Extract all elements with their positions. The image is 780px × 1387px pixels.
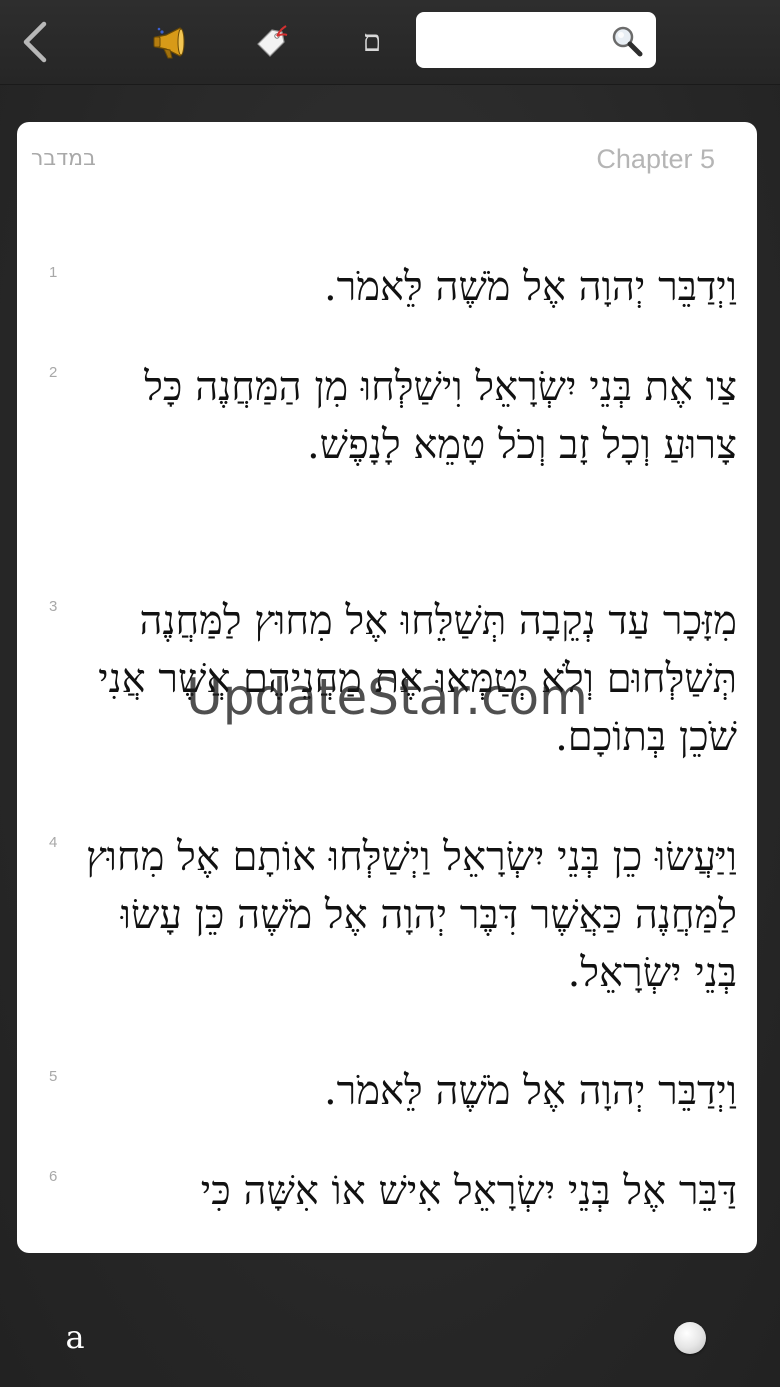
book-name: במדבר — [31, 146, 96, 171]
mem-letter-label: ם — [362, 24, 382, 59]
verse-number: 1 — [49, 264, 58, 281]
verse-number: 5 — [49, 1068, 58, 1085]
mem-letter-button[interactable]: ם — [348, 18, 396, 66]
font-size-button[interactable]: a — [58, 1318, 92, 1358]
tag-button[interactable] — [246, 18, 294, 66]
verse-text: מִזָּכָר עַד נְקֵבָה תְּשַׁלֵּחוּ אֶל מִ… — [98, 598, 737, 760]
search-box[interactable] — [416, 12, 656, 68]
chapter-label: Chapter 5 — [596, 144, 715, 174]
search-input[interactable] — [428, 20, 612, 62]
verse-text: וַיַּעֲשׂוּ כֵן בְּנֵי יִשְׂרָאֵל וַיְשַ… — [85, 834, 737, 996]
speaker-button[interactable] — [146, 18, 194, 66]
top-toolbar: ם — [0, 0, 780, 85]
back-button[interactable] — [14, 20, 58, 64]
verse-number: 2 — [49, 364, 58, 381]
verse-text: וַיְדַבֵּר יְהוָה אֶל מֹשֶׁה לֵּאמֹר. — [323, 1068, 737, 1114]
verse-text: דַּבֵּר אֶל בְּנֵי יִשְׂרָאֵל אִישׁ אוֹ … — [200, 1168, 737, 1214]
megaphone-icon — [153, 27, 185, 59]
verse-number: 3 — [49, 598, 58, 615]
scripture-page[interactable]: במדבר Chapter 5 1 וַיְדַבֵּר יְהוָה אֶל … — [17, 122, 757, 1253]
brightness-knob-icon[interactable] — [674, 1322, 706, 1354]
verse-text: צַו אֶת בְּנֵי יִשְׂרָאֵל וִישַׁלְּחוּ מ… — [144, 364, 737, 468]
magnifier-icon[interactable] — [610, 24, 644, 58]
reader-screen: ם במדבר Chapter 5 1 וַיְדַבֵּר יְהוָה אֶ… — [0, 0, 780, 1387]
bottom-bar: a — [0, 1290, 780, 1387]
tag-icon — [257, 25, 288, 57]
chevron-left-icon — [23, 21, 47, 63]
verse-number: 4 — [49, 834, 58, 851]
verse-text: וַיְדַבֵּר יְהוָה אֶל מֹשֶׁה לֵּאמֹר. — [323, 264, 737, 310]
verse-number: 6 — [49, 1168, 58, 1185]
